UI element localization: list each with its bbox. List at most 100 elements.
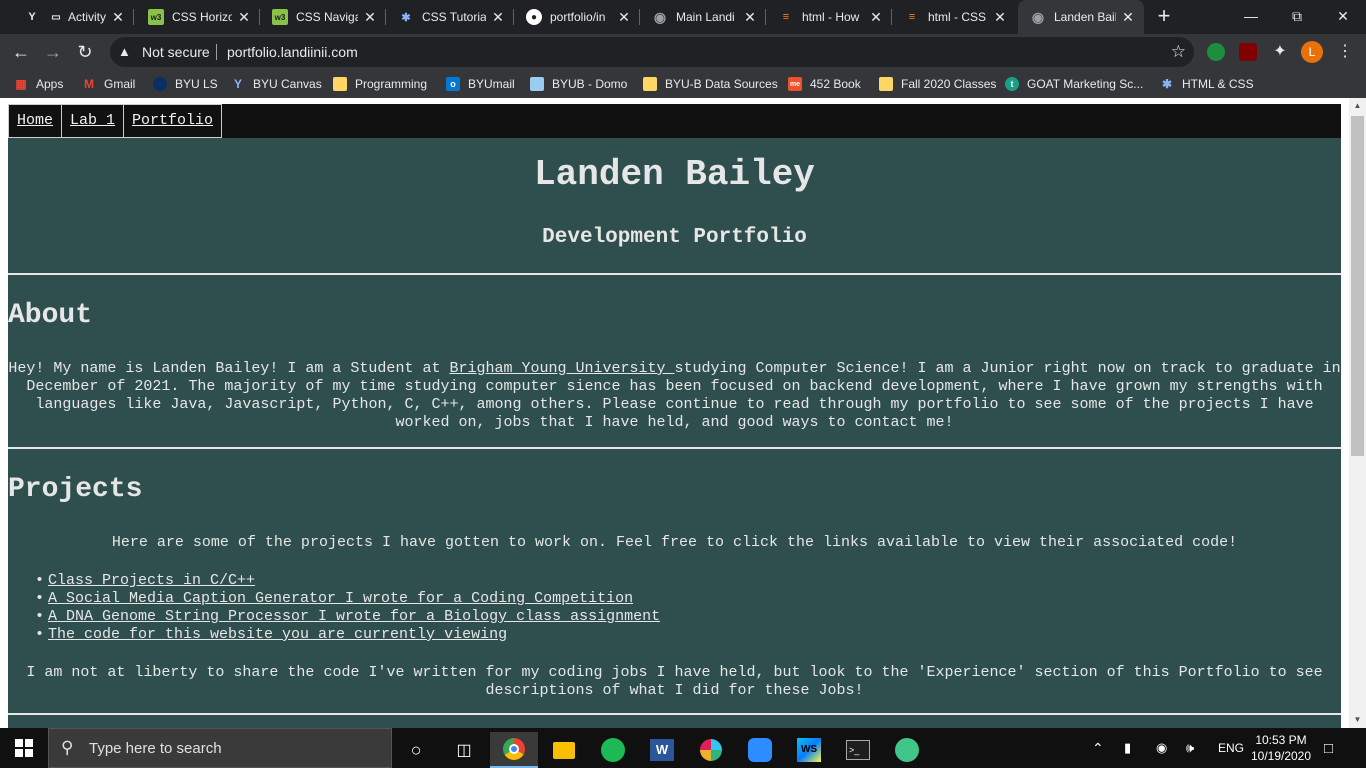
browser-tab[interactable]: Y ▭ Activity ✕ (12, 0, 134, 34)
nav-link-lab1[interactable]: Lab 1 (62, 104, 125, 138)
w3schools-icon: w3 (272, 9, 288, 25)
profile-avatar[interactable]: L (1301, 41, 1323, 63)
close-tab-icon[interactable]: ✕ (236, 9, 252, 26)
start-button[interactable] (0, 728, 48, 768)
close-tab-icon[interactable]: ✕ (1120, 9, 1136, 26)
bookmark-452-book[interactable]: me 452 Book (788, 75, 861, 93)
bookmark-byu-ls[interactable]: BYU LS (153, 75, 218, 93)
bookmark-byumail[interactable]: o BYUmail (446, 75, 515, 93)
bookmark-domo[interactable]: BYUB - Domo (530, 75, 627, 93)
cortana-icon[interactable]: ○ (392, 732, 440, 768)
close-tab-icon[interactable]: ✕ (616, 9, 632, 26)
browser-tab-active[interactable]: ◉ Landen Bail ✕ (1018, 0, 1144, 34)
bookmark-data-sources[interactable]: BYU-B Data Sources (643, 75, 778, 93)
tab-title: Main Landi (676, 10, 735, 24)
chrome-icon[interactable] (490, 732, 538, 768)
bookmark-fall-2020[interactable]: Fall 2020 Classes (879, 75, 996, 93)
task-view-icon[interactable]: ◫ (440, 732, 488, 768)
scroll-down-icon[interactable]: ▼ (1349, 712, 1366, 728)
forward-icon[interactable]: → (40, 40, 66, 66)
browser-tab[interactable]: w3 CSS Horizo ✕ (136, 0, 260, 34)
bookmark-star-icon[interactable]: ☆ (1171, 42, 1186, 62)
bookmarks-bar: ▦ Apps M Gmail BYU LS Y BYU Canvas Progr… (0, 71, 1366, 98)
reload-icon[interactable]: ↻ (72, 40, 98, 66)
webstorm-icon[interactable]: WS (785, 732, 833, 768)
security-label[interactable]: Not secure (142, 44, 210, 60)
bookmark-label: Programming (355, 77, 428, 91)
zoom-icon[interactable] (736, 732, 784, 768)
close-tab-icon[interactable]: ✕ (110, 9, 126, 26)
spotify-icon[interactable] (589, 732, 637, 768)
tab-title: Activity (68, 10, 106, 24)
taskbar-search[interactable]: ⚲ Type here to search (48, 728, 392, 768)
browser-tab[interactable]: ✱ CSS Tutoria ✕ (386, 0, 514, 34)
atom-icon[interactable] (883, 732, 931, 768)
browser-tab[interactable]: ≡ html - CSS ✕ (892, 0, 1016, 34)
bookmark-apps[interactable]: ▦ Apps (14, 75, 63, 93)
byu-link[interactable]: Brigham Young University (449, 360, 674, 377)
system-clock[interactable]: 10:53 PM 10/19/2020 (1244, 732, 1318, 764)
bookmark-label: BYU LS (175, 77, 218, 91)
back-icon[interactable]: ← (8, 40, 34, 66)
close-tab-icon[interactable]: ✕ (868, 9, 884, 26)
byu-icon (153, 77, 167, 91)
battery-icon[interactable]: ▮ (1124, 728, 1131, 768)
bookmark-byu-canvas[interactable]: Y BYU Canvas (231, 75, 322, 93)
divider (8, 447, 1341, 449)
project-link[interactable]: A Social Media Caption Generator I wrote… (48, 590, 633, 607)
domo-icon (530, 77, 544, 91)
w3schools-icon: w3 (148, 9, 164, 25)
browser-tab[interactable]: w3 CSS Naviga ✕ (260, 0, 386, 34)
ublock-extension-icon[interactable] (1239, 43, 1257, 61)
file-explorer-icon[interactable] (540, 732, 588, 768)
nav-link-home[interactable]: Home (8, 104, 63, 138)
menu-kebab-icon[interactable]: ⋮ (1332, 40, 1358, 66)
address-bar[interactable]: ▲ Not secure portfolio.landiinii.com ☆ (110, 37, 1194, 67)
slack-icon[interactable] (687, 732, 735, 768)
folder-icon (643, 77, 657, 91)
bookmark-label: Fall 2020 Classes (901, 77, 997, 91)
browser-tab[interactable]: ● portfolio/in ✕ (514, 0, 640, 34)
browser-tab[interactable]: ≡ html - How ✕ (766, 0, 892, 34)
terminal-icon[interactable]: >_ (834, 732, 882, 768)
tab-strip: Y ▭ Activity ✕ w3 CSS Horizo ✕ w3 CSS Na… (0, 0, 1366, 34)
extensions-puzzle-icon[interactable]: ✦ (1271, 43, 1289, 61)
warning-icon[interactable]: ▲ (118, 44, 131, 59)
minimize-icon[interactable]: — (1228, 0, 1274, 32)
url-text[interactable]: portfolio.landiinii.com (227, 44, 358, 60)
bookmark-programming[interactable]: Programming (333, 75, 427, 93)
folder-icon (879, 77, 893, 91)
bookmark-label: HTML & CSS (1182, 77, 1254, 91)
browser-tab[interactable]: ◉ Main Landi ✕ (640, 0, 766, 34)
show-hidden-icons-icon[interactable]: ⌃ (1092, 728, 1104, 768)
bookmark-gmail[interactable]: M Gmail (82, 75, 135, 93)
project-link[interactable]: The code for this website you are curren… (48, 626, 507, 643)
close-tab-icon[interactable]: ✕ (992, 9, 1008, 26)
scrollbar-thumb[interactable] (1351, 116, 1364, 456)
close-tab-icon[interactable]: ✕ (362, 9, 378, 26)
page-scrollbar[interactable]: ▲ ▼ (1349, 98, 1366, 728)
close-window-icon[interactable]: ✕ (1320, 0, 1366, 32)
scroll-up-icon[interactable]: ▲ (1349, 98, 1366, 114)
project-link[interactable]: Class Projects in C/C++ (48, 572, 255, 589)
notifications-icon[interactable]: □ (1324, 728, 1333, 768)
language-indicator[interactable]: ENG (1218, 728, 1244, 768)
bookmark-html-css[interactable]: ✱ HTML & CSS (1160, 75, 1254, 93)
project-link[interactable]: A DNA Genome String Processor I wrote fo… (48, 608, 660, 625)
volume-icon[interactable]: 🕪 (1186, 728, 1194, 768)
list-item: A Social Media Caption Generator I wrote… (35, 590, 660, 608)
word-icon[interactable]: W (638, 732, 686, 768)
bookmark-goat[interactable]: t GOAT Marketing Sc... (1005, 75, 1143, 93)
apps-grid-icon: ▦ (15, 77, 27, 91)
new-tab-button[interactable]: + (1152, 5, 1176, 29)
nav-link-portfolio[interactable]: Portfolio (124, 104, 223, 138)
close-tab-icon[interactable]: ✕ (742, 9, 758, 26)
grammarly-extension-icon[interactable] (1207, 43, 1225, 61)
word-logo: W (650, 739, 674, 761)
wifi-icon[interactable]: ◉ (1156, 728, 1167, 768)
spotify-logo (601, 738, 625, 762)
close-tab-icon[interactable]: ✕ (490, 9, 506, 26)
gmail-icon: M (84, 77, 94, 91)
projects-list: Class Projects in C/C++ A Social Media C… (35, 572, 660, 644)
restore-icon[interactable]: ⧉ (1274, 0, 1320, 32)
